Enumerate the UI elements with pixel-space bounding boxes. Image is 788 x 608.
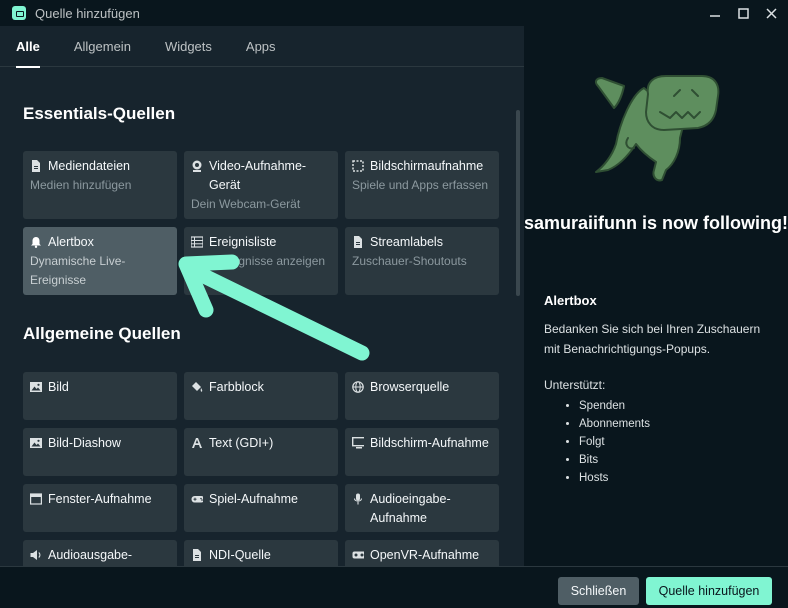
app-logo-icon xyxy=(12,6,26,20)
vr-headset-icon xyxy=(352,549,364,561)
section-title-essentials: Essentials-Quellen xyxy=(23,104,176,123)
tab-alle[interactable]: Alle xyxy=(16,26,40,68)
window-controls xyxy=(708,0,778,26)
tile-description: Live-Ereignisse anzeigen xyxy=(191,254,326,268)
tab-apps[interactable]: Apps xyxy=(246,26,276,67)
list-item: Bits xyxy=(579,451,650,469)
tile-title: Farbblock xyxy=(209,380,264,394)
microphone-icon xyxy=(352,493,364,505)
tile-description: Dynamische Live-Ereignisse xyxy=(30,254,126,287)
tile-title: OpenVR-Aufnahme xyxy=(370,548,480,562)
source-tile-audioausgabe[interactable]: Audioausgabe- xyxy=(23,540,177,566)
title-bar: Quelle hinzufügen xyxy=(0,0,788,26)
source-tile-text-gdi[interactable]: Text (GDI+) xyxy=(184,428,338,476)
list-item: Abonnements xyxy=(579,415,650,433)
tile-description: Zuschauer-Shoutouts xyxy=(352,254,467,268)
source-tile-streamlabels[interactable]: Streamlabels Zuschauer-Shoutouts xyxy=(345,227,499,295)
dinosaur-mascot-icon xyxy=(594,75,720,182)
tab-widgets[interactable]: Widgets xyxy=(165,26,212,67)
source-tile-bildschirmaufnahme[interactable]: Bildschirmaufnahme Spiele und Apps erfas… xyxy=(345,151,499,219)
tile-title: Text (GDI+) xyxy=(209,436,274,450)
gamepad-icon xyxy=(191,493,203,505)
window-title: Quelle hinzufügen xyxy=(35,5,140,21)
tile-title: Bild xyxy=(48,380,69,394)
list-icon xyxy=(191,236,203,248)
globe-icon xyxy=(352,381,364,393)
source-tile-ndi-quelle[interactable]: NDI-Quelle xyxy=(184,540,338,566)
preview-pane: samuraiifunn is now following! Alertbox … xyxy=(524,26,788,566)
tile-title: Bildschirmaufnahme xyxy=(370,159,484,173)
source-tile-mediendateien[interactable]: Mediendateien Medien hinzufügen xyxy=(23,151,177,219)
source-library-pane: Alle Allgemein Widgets Apps Essentials-Q… xyxy=(0,26,524,566)
source-tile-video-aufnahme[interactable]: Video-Aufnahme-Gerät Dein Webcam-Gerät xyxy=(184,151,338,219)
alert-preview-text: samuraiifunn is now following! xyxy=(524,213,788,233)
scrollbar-thumb[interactable] xyxy=(516,110,520,296)
text-icon xyxy=(191,437,203,449)
tile-title: Video-Aufnahme-Gerät xyxy=(209,159,307,192)
tile-title: Bild-Diashow xyxy=(48,436,121,450)
list-item: Hosts xyxy=(579,469,650,487)
monitor-icon xyxy=(352,437,364,449)
tile-title: Streamlabels xyxy=(370,235,443,249)
minimize-icon[interactable] xyxy=(708,6,722,20)
list-item: Spenden xyxy=(579,397,650,415)
close-button[interactable]: Schließen xyxy=(558,577,639,605)
file-icon xyxy=(352,236,364,248)
source-tile-ereignisliste[interactable]: Ereignisliste Live-Ereignisse anzeigen xyxy=(184,227,338,295)
source-tile-browserquelle[interactable]: Browserquelle xyxy=(345,372,499,420)
section-title-general: Allgemeine Quellen xyxy=(23,324,181,343)
tile-title: Audioausgabe- xyxy=(48,548,133,562)
tile-title: Bildschirm-Aufnahme xyxy=(370,436,489,450)
tile-description: Spiele und Apps erfassen xyxy=(352,178,489,192)
tab-allgemein[interactable]: Allgemein xyxy=(74,26,131,67)
screen-capture-icon xyxy=(352,160,364,172)
source-tile-bildschirm-aufnahme[interactable]: Bildschirm-Aufnahme xyxy=(345,428,499,476)
file-icon xyxy=(30,160,42,172)
source-tile-spiel-aufnahme[interactable]: Spiel-Aufnahme xyxy=(184,484,338,532)
source-tile-alertbox[interactable]: Alertbox Dynamische Live-Ereignisse xyxy=(23,227,177,295)
tile-title: Browserquelle xyxy=(370,380,450,394)
tile-title: NDI-Quelle xyxy=(209,548,271,562)
tile-description: Medien hinzufügen xyxy=(30,178,132,192)
tile-title: Alertbox xyxy=(48,235,94,249)
source-tile-farbblock[interactable]: Farbblock xyxy=(184,372,338,420)
window-icon xyxy=(30,493,42,505)
tile-title: Audioeingabe-Aufnahme xyxy=(370,492,451,525)
file-icon xyxy=(191,549,203,561)
image-icon xyxy=(30,381,42,393)
bell-icon xyxy=(30,236,42,248)
list-item: Folgt xyxy=(579,433,650,451)
supported-label: Unterstützt: xyxy=(544,378,606,392)
maximize-icon[interactable] xyxy=(736,6,750,20)
tile-title: Spiel-Aufnahme xyxy=(209,492,298,506)
dialog-footer: Schließen Quelle hinzufügen xyxy=(0,566,788,608)
source-info-description: Bedanken Sie sich bei Ihren Zuschauern m… xyxy=(544,322,761,356)
tile-title: Mediendateien xyxy=(48,159,131,173)
webcam-icon xyxy=(191,160,203,172)
source-info-title: Alertbox xyxy=(544,293,597,308)
source-tabs: Alle Allgemein Widgets Apps xyxy=(0,26,524,68)
tile-title: Fenster-Aufnahme xyxy=(48,492,152,506)
source-tile-bild-diashow[interactable]: Bild-Diashow xyxy=(23,428,177,476)
speaker-icon xyxy=(30,549,42,561)
source-tile-fenster-aufnahme[interactable]: Fenster-Aufnahme xyxy=(23,484,177,532)
source-tile-audioeingabe[interactable]: Audioeingabe-Aufnahme xyxy=(345,484,499,532)
add-source-button[interactable]: Quelle hinzufügen xyxy=(646,577,772,605)
source-tile-bild[interactable]: Bild xyxy=(23,372,177,420)
supported-events-list: Spenden Abonnements Folgt Bits Hosts xyxy=(579,397,650,487)
source-tile-openvr-aufnahme[interactable]: OpenVR-Aufnahme xyxy=(345,540,499,566)
tile-description: Dein Webcam-Gerät xyxy=(191,197,301,211)
close-icon[interactable] xyxy=(764,6,778,20)
image-icon xyxy=(30,437,42,449)
paint-bucket-icon xyxy=(191,381,203,393)
tile-title: Ereignisliste xyxy=(209,235,277,249)
